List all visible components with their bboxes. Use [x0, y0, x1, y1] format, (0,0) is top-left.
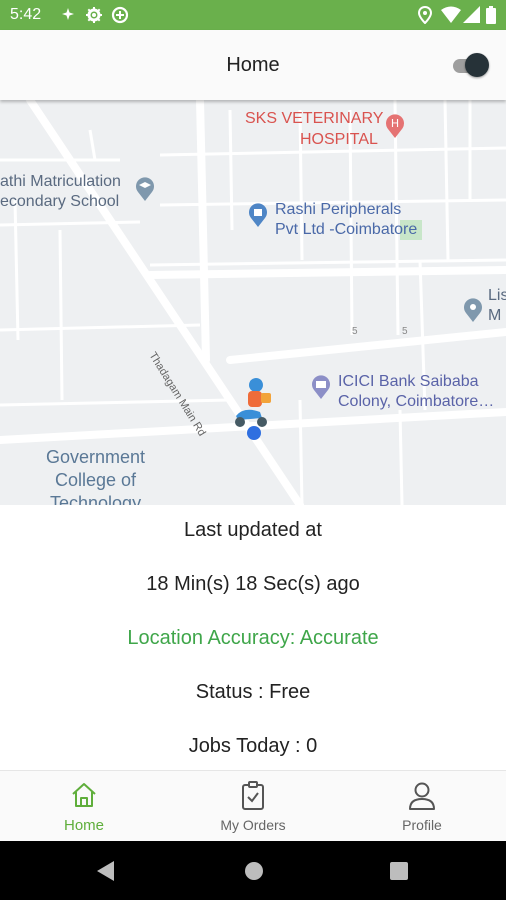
map-label-lis-2: M — [488, 307, 502, 324]
nav-label-my-orders: My Orders — [220, 817, 286, 833]
map-label-school-1: athi Matriculation — [0, 173, 121, 190]
availability-toggle[interactable] — [451, 53, 491, 77]
system-nav-bar — [0, 841, 506, 900]
map-label-school-2: econdary School — [0, 193, 120, 210]
map-label-gct-3: Technology — [50, 493, 142, 505]
status-text: Status : Free — [195, 681, 311, 703]
map-label-sks-2: HOSPITAL — [300, 131, 378, 148]
signal-icon — [463, 6, 480, 28]
map-label-rashi-1: Rashi Peripherals — [275, 201, 402, 218]
last-updated-elapsed: 18 Min(s) 18 Sec(s) ago — [146, 573, 360, 595]
map-label-icici-2: Colony, Coimbatore… — [338, 393, 495, 410]
last-updated-label: Last updated at — [184, 519, 322, 541]
back-icon[interactable] — [97, 861, 115, 886]
map-label-street-num-1: 5 — [352, 326, 358, 337]
map-label-sks-1: SKS VETERINARY — [245, 110, 384, 127]
location-accuracy: Location Accuracy: Accurate — [127, 627, 379, 649]
nav-item-my-orders[interactable]: My Orders — [169, 771, 337, 842]
person-icon — [409, 782, 435, 810]
map-label-gct-1: Government — [46, 447, 146, 467]
map-label-icici-1: ICICI Bank Saibaba — [338, 373, 479, 390]
nav-label-profile: Profile — [402, 817, 442, 833]
status-bar: 5:42 — [0, 0, 506, 30]
map-roads — [0, 100, 506, 505]
svg-text:H: H — [391, 117, 399, 130]
recents-square-icon[interactable] — [390, 862, 408, 885]
nav-label-home: Home — [63, 817, 104, 834]
nav-item-profile[interactable]: Profile — [338, 771, 506, 842]
page-title: Home — [226, 54, 280, 76]
home-icon — [72, 783, 96, 807]
pinwheel-icon — [60, 6, 76, 27]
map-label-gct-2: College of — [55, 470, 137, 490]
bottom-nav: Home My Orders Profile — [0, 770, 506, 842]
status-info-card: Last updated at 18 Min(s) 18 Sec(s) ago … — [7, 505, 499, 770]
nav-item-home[interactable]: Home — [0, 771, 168, 842]
app-bar: Home — [0, 30, 506, 100]
settings-gear-icon — [85, 6, 103, 29]
jobs-today: Jobs Today : 0 — [188, 735, 318, 757]
wifi-icon — [441, 6, 461, 28]
location-icon — [417, 5, 433, 29]
map-label-rashi-2: Pvt Ltd -Coimbatore — [275, 221, 418, 238]
toggle-knob — [465, 53, 489, 77]
clipboard-check-icon — [242, 781, 264, 810]
battery-icon — [486, 6, 496, 29]
status-time: 5:42 — [10, 6, 42, 23]
map-view[interactable]: H SKS VETERINARY HOSPITAL athi Matricula… — [0, 100, 506, 505]
map-label-lis-1: Lis — [488, 287, 506, 304]
home-circle-icon[interactable] — [244, 861, 264, 886]
current-location-dot — [247, 426, 261, 440]
map-label-street-num-2: 5 — [402, 326, 408, 337]
data-saver-icon — [111, 6, 129, 29]
